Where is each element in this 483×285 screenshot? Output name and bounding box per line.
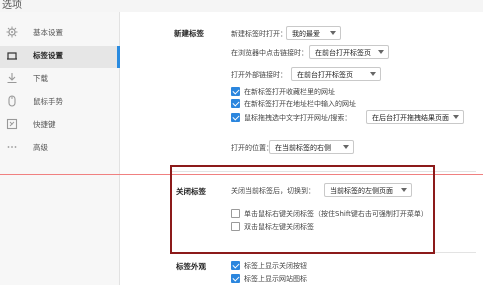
checkbox-open-addressbar[interactable] [231,99,240,108]
sidebar-item-label: 标签设置 [33,51,63,60]
open-position-select[interactable]: 在当前标签的右侧 [269,140,354,154]
checkbox-show-favicon[interactable] [231,274,240,283]
sidebar: 基本设置 标签设置 下载 鼠标手势 快捷键 高级 [0,12,120,285]
keyboard-icon [6,118,18,130]
sidebar-item-label: 高级 [33,143,48,152]
open-position-label: 打开的位置： [231,144,273,152]
external-link-value: 在前台打开标签页 [297,71,353,79]
open-on-new-tab-select[interactable]: 我的最爱 [286,26,341,40]
mouse-icon [6,95,18,107]
section-title-new-tab: 新建标签 [174,29,204,38]
sidebar-item-label: 快捷键 [33,120,56,129]
section-title-appearance: 标签外观 [176,262,206,271]
gear-icon [6,26,18,38]
more-icon [6,141,18,153]
sidebar-item-advanced[interactable]: 高级 [0,138,120,160]
sidebar-item-shortcuts[interactable]: 快捷键 [0,115,120,137]
open-on-new-tab-value: 我的最爱 [292,30,320,38]
checkbox-drag-search[interactable] [231,113,240,122]
show-close-button-label: 标签上显示关闭按钮 [244,262,307,270]
middle-click-label: 在浏览器中点击链接时： [231,49,308,57]
chevron-down-icon [378,50,384,54]
chevron-down-icon [343,145,349,149]
middle-click-select[interactable]: 在前台打开标签页 [309,45,389,59]
sidebar-item-basic-settings[interactable]: 基本设置 [0,23,120,45]
middle-click-value: 在前台打开标签页 [315,49,371,57]
drag-search-select[interactable]: 在后台打开拖拽结果页面 [366,110,464,124]
open-on-new-tab-label: 新建标签时打开： [231,30,287,38]
tab-icon [6,49,18,61]
sidebar-item-mouse-gestures[interactable]: 鼠标手势 [0,92,120,114]
sidebar-item-label: 基本设置 [33,28,63,37]
external-link-label: 打开外部链接时： [231,71,287,79]
drag-search-label: 鼠标拖拽选中文字打开网址/搜索： [244,114,352,122]
open-favorites-label: 在新标签打开收藏栏里的网址 [244,88,335,96]
chevron-down-icon [330,31,336,35]
drag-search-value: 在后台打开拖拽结果页面 [372,114,449,122]
open-position-value: 在当前标签的右侧 [275,144,331,152]
checkbox-show-close-button[interactable] [231,261,240,270]
window-title-bar: 选项 [0,0,483,12]
sidebar-item-download[interactable]: 下载 [0,69,120,91]
download-icon [6,72,18,84]
external-link-select[interactable]: 在前台打开标签页 [291,67,381,81]
active-indicator [117,46,120,68]
sidebar-item-label: 鼠标手势 [33,97,63,106]
sidebar-item-tab-settings[interactable]: 标签设置 [0,46,120,68]
chevron-down-icon [370,72,376,76]
show-favicon-label: 标签上显示网站图标 [244,275,307,283]
annotation-highlight-box [170,165,435,254]
checkbox-open-favorites[interactable] [231,87,240,96]
chevron-down-icon [453,115,459,119]
window-title: 选项 [2,0,22,11]
open-addressbar-label: 在新标签打开在地址栏中输入的网址 [244,100,356,108]
sidebar-item-label: 下载 [33,74,48,83]
